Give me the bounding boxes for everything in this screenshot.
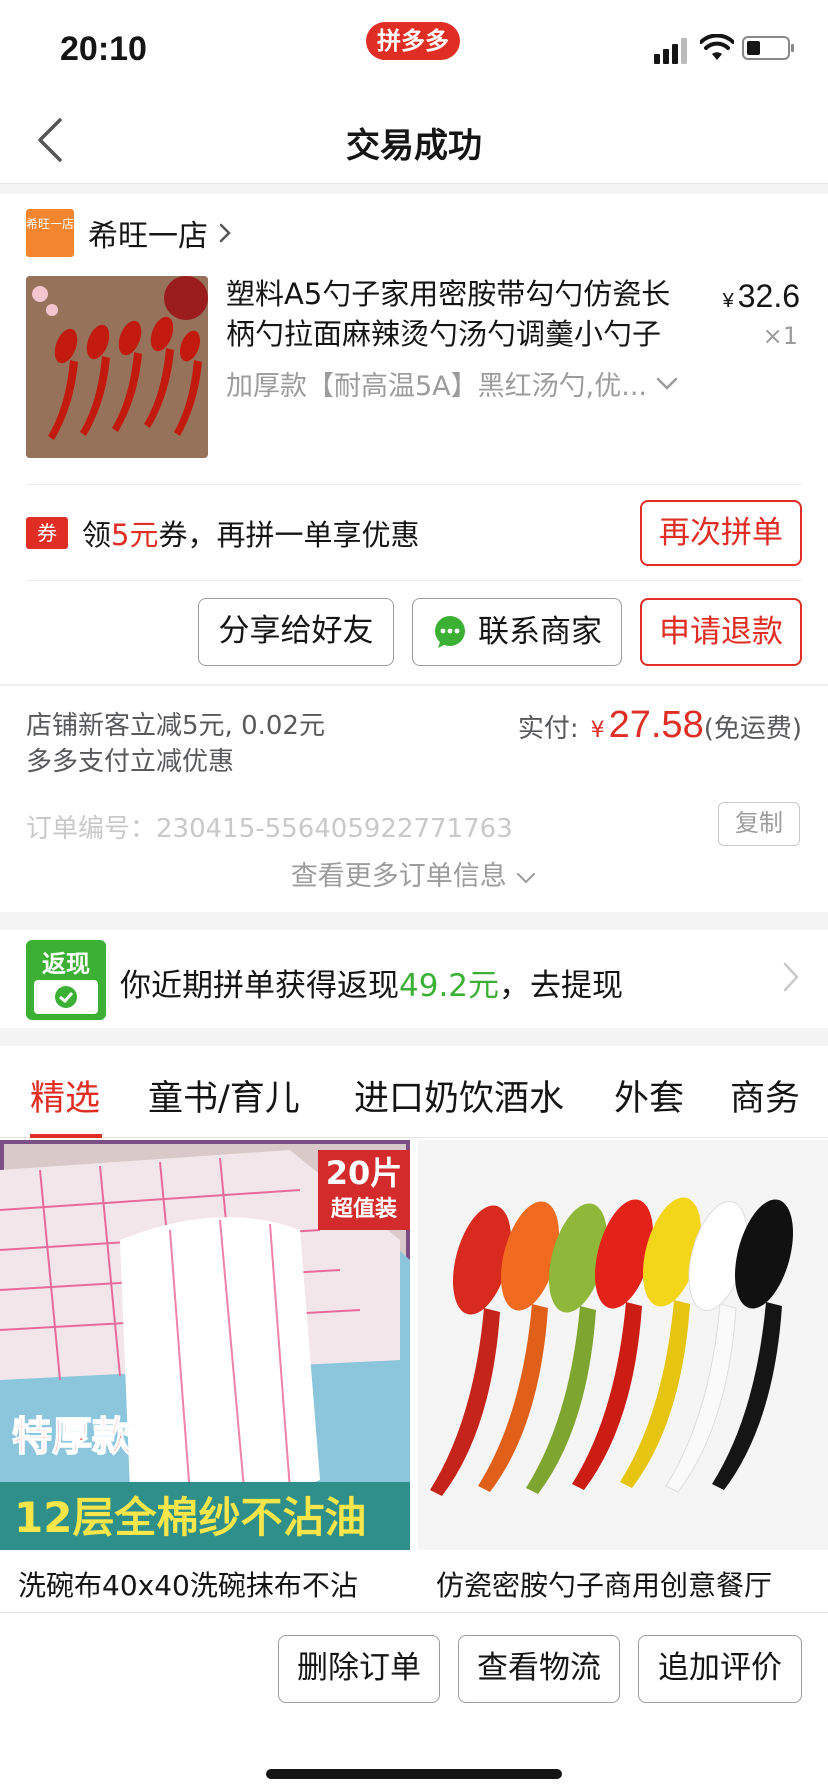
tab-coats[interactable]: 外套 [614,1070,684,1121]
copy-button[interactable]: 复制 [718,802,800,846]
tab-business[interactable]: 商务 [730,1070,800,1121]
discount-info: 店铺新客立减5元, 0.02元 多多支付立减优惠 [26,708,396,780]
total-paid: 实付: ¥ 27.58 (免运费) [518,704,802,747]
product-sku[interactable]: 加厚款【耐高温5A】黑红汤勺,优... [226,364,706,403]
store-name: 希旺一店 [88,219,208,254]
cashback-icon-text: 返现 [42,950,90,978]
spoons-image [26,276,208,458]
store-logo-text: 希旺一店 [26,217,75,231]
app-badge: 拼多多 [366,22,460,60]
section-gap [0,912,828,930]
buy-again-button[interactable]: 再次拼单 [640,500,802,566]
paid-currency: ¥ [590,718,605,743]
coupon-icon: 券 [26,517,68,549]
coupon-prefix: 领 [82,518,112,552]
colorful-spoons-illustration [418,1140,828,1550]
dishcloth-image: 20片 超值装 特厚款 12层全棉纱不沾油 [0,1140,410,1550]
discount-line-2: 多多支付立减优惠 [26,747,235,777]
refund-button[interactable]: 申请退款 [640,598,802,666]
paid-label: 实付: [517,714,579,744]
dishcloth-badge-text: 超值装 [331,1196,397,1222]
price-currency: ¥ [722,290,734,312]
page-title: 交易成功 [346,126,482,166]
home-indicator[interactable] [266,1769,562,1779]
chevron-right-icon [783,962,799,992]
cashback-icon: 返现 [26,940,106,1020]
recommendation-card[interactable]: 20片 超值装 特厚款 12层全棉纱不沾油 洗碗布40x40洗碗抹布不沾 [0,1140,410,1610]
view-logistics-button[interactable]: 查看物流 [458,1635,620,1703]
coupon-text: 领5元券，再拼一单享优惠 [82,512,419,554]
order-number: 订单编号：230415-556405922771763 [26,814,513,844]
section-gap [0,684,828,686]
product-price: ¥32.6 [723,278,800,315]
contact-seller-label: 联系商家 [478,614,602,650]
store-logo: 希旺一店 [26,209,74,257]
recommendation-card[interactable]: 仿瓷密胺勺子商用创意餐厅 [418,1140,828,1610]
tab-featured[interactable]: 精选 [30,1070,100,1121]
store-link[interactable]: 希旺一店 希旺一店 [26,208,232,258]
battery-fill [747,41,760,55]
delete-order-button[interactable]: 删除订单 [278,1635,440,1703]
dishcloth-badge-number: 20片 [326,1154,403,1192]
chevron-down-icon [517,873,536,884]
tab-kids-books[interactable]: 童书/育儿 [148,1070,300,1121]
product-title[interactable]: 塑料A5勺子家用密胺带勾勺仿瓷长柄勺拉面麻辣烫勺汤勺调羹小勺子 [226,274,696,354]
more-order-info-label: 查看更多订单信息 [290,861,507,892]
paid-amount: 27.58 [608,704,704,746]
chevron-right-icon [219,223,231,243]
cashback-prefix: 你近期拼单获得返现 [120,968,399,1004]
spoons-image [418,1140,828,1550]
chat-icon [435,616,465,648]
section-gap [0,184,828,194]
dishcloth-illustration: 20片 超值装 特厚款 12层全棉纱不沾油 [0,1140,410,1550]
wifi-icon [700,34,734,60]
chevron-down-icon [656,377,678,390]
cashback-suffix: ，去提现 [499,968,624,1004]
cashback-banner[interactable]: 返现 你近期拼单获得返现49.2元，去提现 [0,930,828,1028]
product-image[interactable] [26,276,208,458]
contact-seller-button[interactable]: 联系商家 [412,598,622,666]
price-value: 32.6 [737,278,800,314]
add-review-button[interactable]: 追加评价 [638,1635,802,1703]
battery-icon [742,36,794,60]
dishcloth-banner: 12层全棉纱不沾油 [14,1493,366,1542]
cashback-text: 你近期拼单获得返现49.2元，去提现 [120,960,623,1005]
more-order-info[interactable]: 查看更多订单信息 [0,854,828,893]
wechat-pay-icon [55,986,77,1008]
sku-text: 加厚款【耐高温5A】黑红汤勺,优... [226,371,647,402]
coupon-suffix: 券，再拼一单享优惠 [158,518,420,552]
recommendation-title: 洗碗布40x40洗碗抹布不沾 [18,1569,358,1602]
recommendation-title: 仿瓷密胺勺子商用创意餐厅 [436,1569,773,1602]
share-button[interactable]: 分享给好友 [198,598,394,666]
cellular-signal-icon [654,38,690,64]
divider [26,580,802,581]
product-quantity: ×1 [762,322,798,350]
status-time: 20:10 [60,30,147,68]
section-gap [0,1028,828,1046]
dishcloth-tag: 特厚款 [12,1414,132,1460]
cashback-icon-body [34,980,98,1014]
bottom-action-bar: 删除订单 查看物流 追加评价 [0,1612,828,1792]
active-tab-indicator [30,1134,102,1138]
divider [26,484,802,485]
cashback-amount: 49.2元 [399,968,500,1004]
nav-bar: 交易成功 [0,96,828,184]
shipping-note: (免运费) [703,714,802,744]
tab-imported-drinks[interactable]: 进口奶饮酒水 [354,1070,564,1121]
coupon-amount: 5元 [111,518,159,552]
discount-line-1: 店铺新客立减5元, 0.02元 [26,711,325,741]
status-bar: 20:10 拼多多 [0,0,828,96]
category-tabs: 精选 童书/育儿 进口奶饮酒水 外套 商务 [0,1046,828,1138]
